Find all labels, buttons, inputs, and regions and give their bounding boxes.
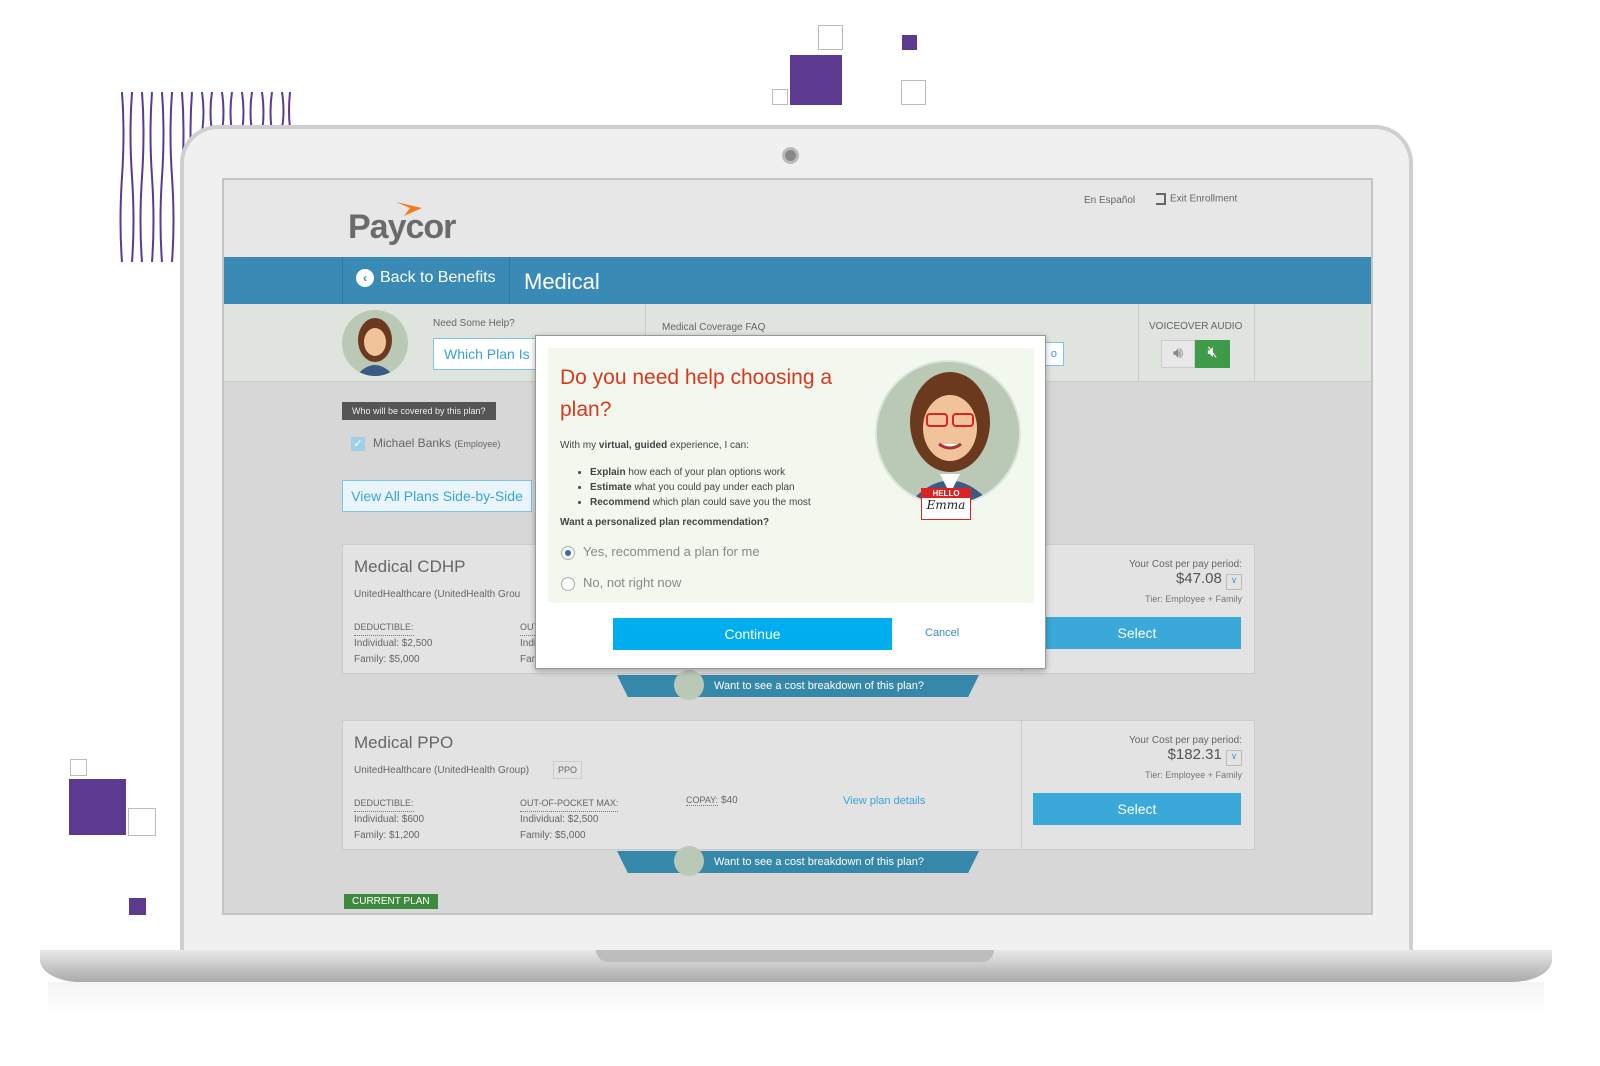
plan-type-badge: PPO	[553, 761, 583, 779]
emma-avatar	[342, 310, 408, 376]
decorative-square	[129, 898, 146, 915]
select-plan-button[interactable]: Select	[1033, 793, 1241, 825]
radio-yes[interactable]: Yes, recommend a plan for me	[561, 544, 760, 560]
cost-breakdown-ribbon[interactable]: Want to see a cost breakdown of this pla…	[617, 851, 979, 873]
chevron-left-circle-icon: ‹	[356, 269, 374, 287]
cancel-link[interactable]: Cancel	[925, 627, 959, 639]
need-help-label: Need Some Help?	[433, 318, 515, 329]
decorative-square	[128, 808, 156, 836]
paycor-logo: Paycor	[348, 202, 456, 247]
speaker-icon[interactable]: 🔊︎	[1161, 340, 1195, 368]
faq-label: Medical Coverage FAQ	[662, 322, 766, 333]
voiceover-label: VOICEOVER AUDIO	[1149, 321, 1243, 332]
plan-cost: $47.08	[1175, 570, 1222, 587]
select-plan-button[interactable]: Select	[1033, 617, 1241, 649]
cost-breakdown-ribbon[interactable]: Want to see a cost breakdown of this pla…	[617, 675, 979, 697]
plan-card-ppo: Medical PPO UnitedHealthcare (UnitedHeal…	[342, 720, 1255, 850]
chevron-down-icon[interactable]: ∨	[1226, 750, 1242, 766]
modal-panel: Do you need help choosing a plan? With m…	[548, 348, 1034, 603]
coverage-tag: Who will be covered by this plan?	[342, 402, 496, 420]
page-title: Medical	[524, 269, 600, 294]
view-plan-details-link[interactable]: View plan details	[843, 795, 925, 807]
list-item: Explain how each of your plan options wo…	[590, 465, 811, 480]
modal-title: Do you need help choosing a plan?	[560, 366, 833, 421]
decorative-square	[901, 80, 926, 105]
emma-portrait	[875, 360, 1021, 506]
modal-question: Want a personalized plan recommendation?	[560, 517, 770, 528]
help-modal: Do you need help choosing a plan? With m…	[535, 335, 1046, 669]
speaker-mute-icon[interactable]: 🔇︎	[1195, 340, 1230, 368]
laptop-shadow	[48, 982, 1544, 1014]
decorative-square	[69, 779, 126, 835]
chevron-down-icon[interactable]: ∨	[1226, 574, 1242, 590]
view-all-plans-button[interactable]: View All Plans Side-by-Side	[342, 480, 532, 512]
decorative-square	[790, 55, 842, 105]
app-header: Paycor En Español Exit Enrollment	[224, 180, 1371, 257]
modal-intro: With my virtual, guided experience, I ca…	[560, 440, 749, 451]
language-link[interactable]: En Español	[1084, 195, 1135, 206]
feature-list: Explain how each of your plan options wo…	[590, 465, 811, 510]
emma-avatar-small	[674, 846, 704, 876]
member-checkbox[interactable]: ✓ Michael Banks (Employee)	[351, 436, 500, 451]
back-to-benefits-button[interactable]: ‹ Back to Benefits	[356, 269, 496, 287]
decorative-square	[902, 35, 917, 50]
continue-button[interactable]: Continue	[613, 618, 892, 650]
nav-bar: ‹ Back to Benefits Medical	[224, 257, 1371, 304]
list-item: Recommend which plan could save you the …	[590, 495, 811, 510]
exit-enrollment-link[interactable]: Exit Enrollment	[1156, 193, 1237, 205]
camera-icon	[782, 147, 799, 164]
radio-no[interactable]: No, not right now	[561, 575, 681, 591]
decorative-square	[772, 89, 788, 105]
laptop-notch	[596, 950, 994, 962]
plan-cost: $182.31	[1167, 746, 1222, 763]
exit-door-icon	[1156, 193, 1166, 205]
emma-avatar-small	[674, 670, 704, 700]
decorative-square	[70, 759, 87, 776]
current-plan-badge: CURRENT PLAN	[344, 894, 438, 909]
decorative-square	[818, 25, 843, 50]
name-badge: HELLO Emma	[921, 488, 971, 520]
list-item: Estimate what you could pay under each p…	[590, 480, 811, 495]
